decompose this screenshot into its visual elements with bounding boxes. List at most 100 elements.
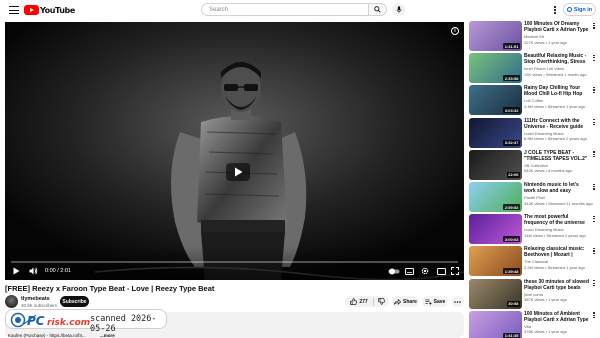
subtitles-icon xyxy=(404,267,414,275)
video-title: [FREE] Reezy x Faroon Type Beat - Love |… xyxy=(5,284,215,293)
autoplay-toggle[interactable] xyxy=(387,266,400,276)
related-video-card[interactable]: 2:59:52 Nintendo music to let's work slow… xyxy=(469,182,600,212)
watermark-text: scanned 2026-05-26 xyxy=(90,314,157,334)
related-video-channel[interactable]: jinxti coma xyxy=(524,292,543,297)
more-vertical-icon[interactable] xyxy=(592,280,596,288)
related-video-card[interactable]: 3:00:03 The most powerful frequency of th… xyxy=(469,214,600,245)
related-video-channel[interactable]: Lofi Coffee xyxy=(524,98,543,103)
related-video-card[interactable]: 22:06 J COLE TYPE BEAT - "TIMELESS TAPES … xyxy=(469,149,600,180)
related-video-title[interactable]: 100 Minutes of Ambient Playboi Carti x A… xyxy=(524,311,590,323)
theater-mode-button[interactable] xyxy=(436,266,446,276)
like-dislike-group[interactable]: 277 xyxy=(345,296,389,307)
related-video-card[interactable]: 3:03:32 Rainy Day Chilling Your Mood Chil… xyxy=(469,85,600,116)
video-duration: 3:03:32 xyxy=(503,107,520,114)
related-video-card[interactable]: 1:41:35 100 Minutes of Ambient Playboi Ca… xyxy=(469,310,600,338)
description-line: Kaufen (Purchase) - https://beta.ro/f4..… xyxy=(8,333,86,338)
related-video-card[interactable]: 1:41:51 100 Minutes Of Dreamy Playboi Car… xyxy=(469,21,600,51)
related-video-title[interactable]: J COLE TYPE BEAT - "TIMELESS TAPES VOL.2… xyxy=(524,150,590,162)
more-vertical-icon[interactable] xyxy=(592,215,596,223)
related-video-channel[interactable]: Vita xyxy=(524,324,531,329)
related-video-channel[interactable]: The Classical xyxy=(524,259,548,264)
related-video-title[interactable]: 100 Minutes Of Dreamy Playboi Carti x Ad… xyxy=(524,21,590,33)
sign-in-button[interactable]: Sign in xyxy=(563,3,596,16)
like-button[interactable]: 277 xyxy=(345,297,374,306)
search-placeholder: Search xyxy=(209,6,229,13)
related-video-meta: 2.2M views • Streamed 1 year ago xyxy=(524,264,585,270)
related-video-meta: 3.4M views • Streamed 1 year ago xyxy=(524,103,585,109)
video-duration: 2:33:58 xyxy=(503,75,520,82)
volume-button[interactable] xyxy=(27,266,39,276)
related-video-meta: 8.9M views • Streamed 2 years ago xyxy=(524,136,587,142)
video-duration: 1:39:48 xyxy=(503,268,520,275)
video-thumbnail[interactable]: 1:41:51 xyxy=(469,21,522,51)
voice-search-button[interactable] xyxy=(392,3,405,16)
channel-avatar[interactable] xyxy=(5,295,18,308)
related-video-title[interactable]: The most powerful frequency of the unive… xyxy=(524,214,590,226)
progress-bar[interactable] xyxy=(11,261,458,263)
subtitles-button[interactable] xyxy=(404,266,414,276)
related-video-card[interactable]: 2:33:58 Beautiful Relaxing Music - Stop O… xyxy=(469,53,600,84)
save-button[interactable]: Save xyxy=(422,296,448,307)
related-video-meta: 542K views • 8 months ago xyxy=(524,168,573,174)
related-video-title[interactable]: Nintendo music to let's work slow and ea… xyxy=(524,182,590,194)
center-play-button[interactable] xyxy=(226,163,250,181)
info-icon[interactable]: i xyxy=(451,27,459,35)
gear-icon xyxy=(421,267,429,275)
related-video-card[interactable]: 1:39:48 Relaxing classical music: Beethov… xyxy=(469,246,600,277)
channel-name[interactable]: tlymebeats xyxy=(21,296,50,302)
more-vertical-icon[interactable] xyxy=(592,22,596,30)
more-vertical-icon[interactable] xyxy=(592,151,596,159)
video-thumbnail[interactable]: 3:00:03 xyxy=(469,214,522,245)
video-thumbnail[interactable]: 3:32:37 xyxy=(469,117,522,148)
more-vertical-icon[interactable] xyxy=(592,54,596,62)
related-video-channel[interactable]: Lucid Dreaming Music xyxy=(524,227,564,232)
video-thumbnail[interactable]: 2:59:52 xyxy=(469,182,522,212)
fullscreen-button[interactable] xyxy=(450,266,460,276)
related-video-channel[interactable]: Medium Kit xyxy=(524,34,544,39)
related-video-title[interactable]: 111Hz Connect with the Universe - Receiv… xyxy=(524,118,590,130)
dislike-button[interactable] xyxy=(374,298,389,306)
related-video-title[interactable]: Beautiful Relaxing Music - Stop Overthin… xyxy=(524,53,590,65)
related-video-meta: 344K views • Streamed 11 months ago xyxy=(524,200,593,206)
play-button[interactable] xyxy=(11,266,21,276)
more-vertical-icon[interactable] xyxy=(592,312,596,320)
more-vertical-icon[interactable] xyxy=(592,119,596,127)
more-vertical-icon[interactable] xyxy=(592,86,596,94)
video-thumbnail[interactable]: 2:33:58 xyxy=(469,53,522,84)
more-vertical-icon[interactable] xyxy=(592,183,596,191)
video-frame xyxy=(5,22,464,280)
related-video-channel[interactable]: Inner Peace Lofi Vibes xyxy=(524,66,564,71)
related-video-channel[interactable]: Pastel Pixel xyxy=(524,195,545,200)
volume-icon xyxy=(29,267,37,275)
settings-button[interactable] xyxy=(420,266,430,276)
search-button[interactable] xyxy=(369,3,387,16)
video-duration: 30:58 xyxy=(506,300,520,307)
autoplay-toggle-icon xyxy=(388,268,399,274)
related-video-title[interactable]: Relaxing classical music: Beethoven | Mo… xyxy=(524,246,590,258)
search-icon xyxy=(374,6,381,13)
related-video-meta: 13K views • Streamed 1 month ago xyxy=(524,71,587,77)
related-video-title[interactable]: these 30 minutes of slowed Playboi Carti… xyxy=(524,279,590,291)
settings-menu-button[interactable] xyxy=(552,4,558,16)
search-input[interactable]: Search xyxy=(201,3,369,16)
video-thumbnail[interactable]: 22:06 xyxy=(469,149,522,180)
related-video-title[interactable]: Rainy Day Chilling Your Mood Chill Lo-fi… xyxy=(524,85,590,97)
related-video-meta: 387K views • 1 year ago xyxy=(524,297,567,303)
fullscreen-icon xyxy=(451,267,459,275)
video-thumbnail[interactable]: 30:58 xyxy=(469,278,522,309)
more-actions-button[interactable] xyxy=(452,296,464,307)
youtube-logo[interactable]: YouTube xyxy=(24,4,75,16)
subscribe-button[interactable]: Subscribe xyxy=(60,296,89,307)
video-thumbnail[interactable]: 3:03:32 xyxy=(469,85,522,116)
video-player[interactable]: i 0:00 / 2:01 xyxy=(5,22,464,280)
related-video-card[interactable]: 30:58 these 30 minutes of slowed Playboi … xyxy=(469,278,600,309)
video-thumbnail[interactable]: 1:39:48 xyxy=(469,246,522,277)
share-button[interactable]: Share xyxy=(392,296,419,307)
video-thumbnail[interactable]: 1:41:35 xyxy=(469,310,522,338)
related-video-channel[interactable]: Lucid Dreaming Music xyxy=(524,131,564,136)
related-video-card[interactable]: 3:32:37 111Hz Connect with the Universe -… xyxy=(469,117,600,148)
more-vertical-icon[interactable] xyxy=(592,247,596,255)
hamburger-menu-icon[interactable] xyxy=(9,6,19,14)
theater-mode-icon xyxy=(436,267,446,275)
related-video-channel[interactable]: SB Collective xyxy=(524,163,548,168)
